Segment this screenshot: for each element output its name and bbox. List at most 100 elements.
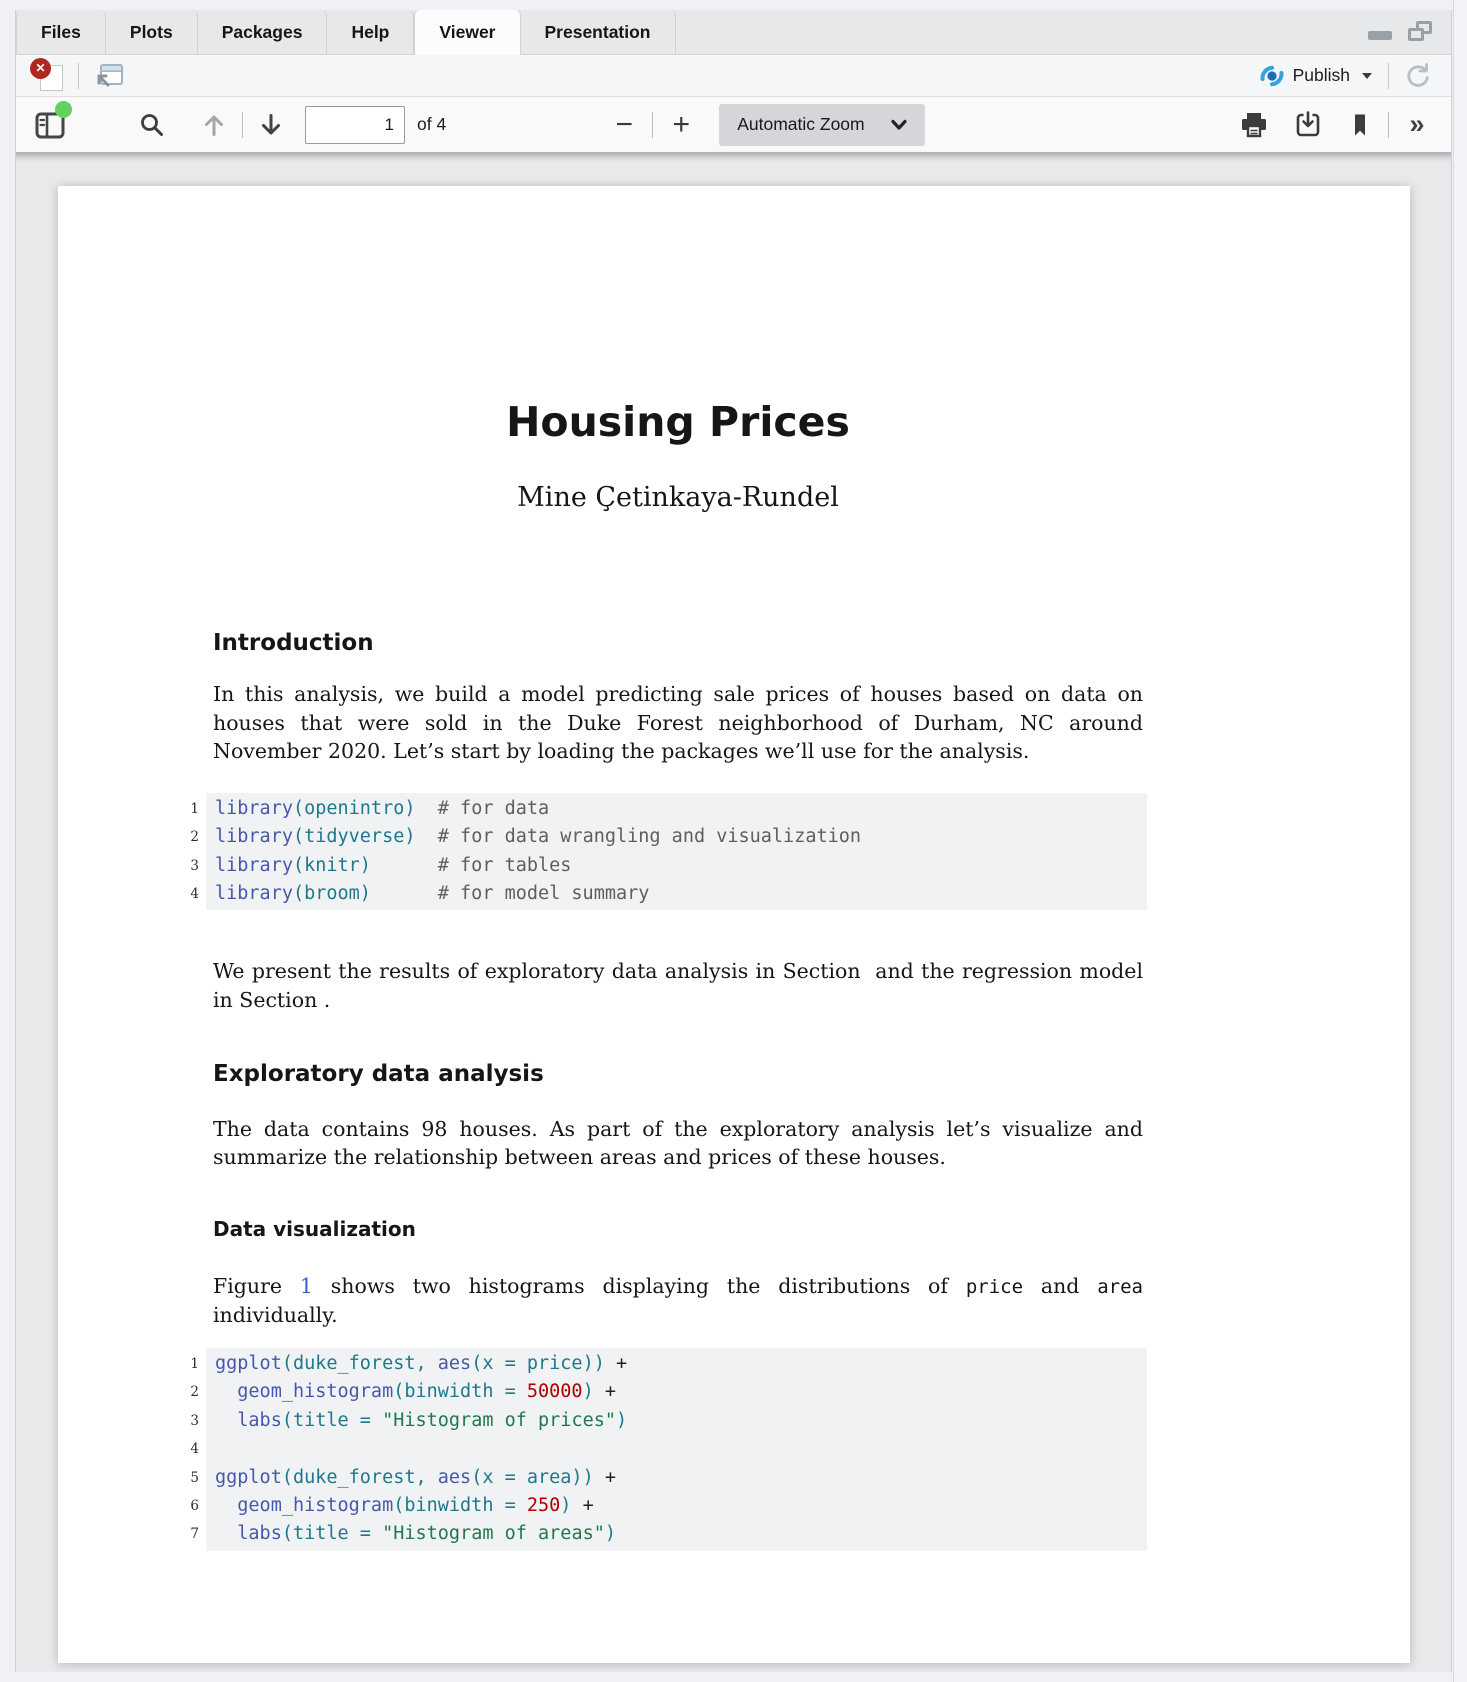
maximize-icon [1408,21,1432,41]
figure-sentence-part: individually. [213,1303,338,1327]
next-page-button[interactable] [251,105,291,145]
document-author: Mine Çetinkaya-Rundel [213,480,1143,516]
code-line-text: labs(title = "Histogram of areas") [215,1523,616,1544]
plus-icon: + [672,110,690,140]
document-title: Housing Prices [213,398,1143,446]
pdfjs-toolbar: of 4 − + Automatic Zoom [16,97,1451,153]
tab-packages[interactable]: Packages [198,10,328,54]
refresh-icon [1404,62,1432,90]
code-line: 5ggplot(duke_forest, aes(x = area)) + [206,1464,1147,1492]
code-line: 4 [206,1435,1147,1463]
print-button[interactable] [1234,105,1274,145]
introduction-paragraph: In this analysis, we build a model predi… [213,680,1143,766]
publish-icon [1259,63,1285,89]
zoom-level-select[interactable]: Automatic Zoom [719,104,924,146]
page-count-label: of 4 [417,114,446,135]
pane-scrollbar-track[interactable] [1453,0,1467,1682]
tab-presentation[interactable]: Presentation [521,10,676,54]
pane-window-buttons [1367,10,1451,54]
code-line-number: 4 [169,1435,199,1463]
code-block-libraries: 1library(openintro) # for data2library(t… [206,793,1147,911]
code-line-number: 4 [169,880,199,908]
tab-viewer[interactable]: Viewer [414,10,520,55]
code-line: 4library(broom) # for model summary [206,880,1147,908]
code-line-text: library(broom) # for model summary [215,883,649,904]
arrow-up-icon [200,111,228,139]
bookmark-icon [1347,112,1373,138]
notification-dot [55,101,72,118]
tab-help[interactable]: Help [327,10,414,54]
save-document-button[interactable] [1288,105,1328,145]
pdf-viewer-area[interactable]: Housing Prices Mine Çetinkaya-Rundel Int… [16,153,1451,1672]
pdf-toolbar-right-tools: » [1234,105,1437,145]
inline-code-area: area [1097,1276,1143,1298]
pane-tabbar: Files Plots Packages Help Viewer Present… [16,10,1451,55]
code-line: 1ggplot(duke_forest, aes(x = price)) + [206,1350,1147,1378]
tab-presentation-label: Presentation [545,22,651,43]
code-line-text: library(openintro) # for data [215,798,549,819]
page-number-input[interactable] [305,106,405,144]
code-line-text: ggplot(duke_forest, aes(x = area)) + [215,1467,616,1488]
print-icon [1239,111,1269,139]
tab-help-label: Help [351,22,389,43]
minimize-pane-button[interactable] [1367,20,1393,42]
code-line-number: 2 [169,823,199,851]
code-line-number: 3 [169,852,199,880]
eda-paragraph: The data contains 98 houses. As part of … [213,1115,1143,1172]
code-line-number: 3 [169,1407,199,1435]
code-line-text: ggplot(duke_forest, aes(x = price)) + [215,1353,627,1374]
double-chevron-icon: » [1409,111,1424,138]
open-in-new-window-button[interactable] [89,59,129,93]
toolbar-separator [1388,63,1389,89]
figure-reference-paragraph: Figure 1 shows two histograms displaying… [213,1272,1143,1330]
section-heading-eda: Exploratory data analysis [213,1059,1143,1089]
tab-files[interactable]: Files [16,10,106,54]
tab-files-label: Files [41,22,81,43]
clear-viewer-button[interactable]: ✕ [30,59,68,93]
code-line: 3library(knitr) # for tables [206,852,1147,880]
code-line: 6 geom_histogram(binwidth = 250) + [206,1492,1147,1520]
refresh-viewer-button[interactable] [1399,59,1437,93]
maximize-pane-button[interactable] [1407,20,1433,42]
current-view-bookmark-button[interactable] [1340,105,1380,145]
inline-code-price: price [966,1276,1023,1298]
pdf-page-1: Housing Prices Mine Çetinkaya-Rundel Int… [58,186,1410,1663]
minimize-icon [1368,31,1392,40]
zoom-in-button[interactable]: + [661,105,701,145]
code-line: 7 labs(title = "Histogram of areas") [206,1520,1147,1548]
section-heading-introduction: Introduction [213,628,1143,658]
search-icon [138,111,166,139]
zoom-out-button[interactable]: − [604,105,644,145]
code-line: 1library(openintro) # for data [206,795,1147,823]
download-icon [1294,111,1322,139]
tab-viewer-label: Viewer [439,22,495,43]
code-line-text: library(knitr) # for tables [215,855,571,876]
figure-sentence-part: and [1023,1274,1097,1298]
popout-window-icon [93,61,125,90]
publish-label: Publish [1293,65,1350,86]
tabbar-spacer [676,10,1368,54]
publish-button[interactable]: Publish [1253,59,1378,93]
code-line-number: 1 [169,795,199,823]
code-line-text: geom_histogram(binwidth = 250) + [215,1495,594,1516]
tab-plots[interactable]: Plots [106,10,198,54]
code-line-text: labs(title = "Histogram of prices") [215,1410,627,1431]
toggle-sidebar-button[interactable] [30,105,70,145]
more-tools-button[interactable]: » [1397,105,1437,145]
toolbar-separator [652,112,653,138]
previous-page-button[interactable] [194,105,234,145]
toolbar-separator [1388,112,1389,138]
toolbar-separator [242,112,243,138]
chevron-down-icon [891,119,907,131]
code-line-number: 5 [169,1464,199,1492]
figure-1-link[interactable]: 1 [300,1274,313,1298]
minus-icon: − [615,110,633,140]
viewer-toolbar: ✕ Publish [16,55,1451,97]
code-line-number: 1 [169,1350,199,1378]
pane: Files Plots Packages Help Viewer Present… [15,10,1452,1672]
code-line: 2library(tidyverse) # for data wrangling… [206,823,1147,851]
rstudio-viewer-pane: Files Plots Packages Help Viewer Present… [0,0,1467,1682]
code-line-text: library(tidyverse) # for data wrangling … [215,826,861,847]
find-in-document-button[interactable] [132,105,172,145]
publish-dropdown-caret-icon [1362,73,1372,79]
